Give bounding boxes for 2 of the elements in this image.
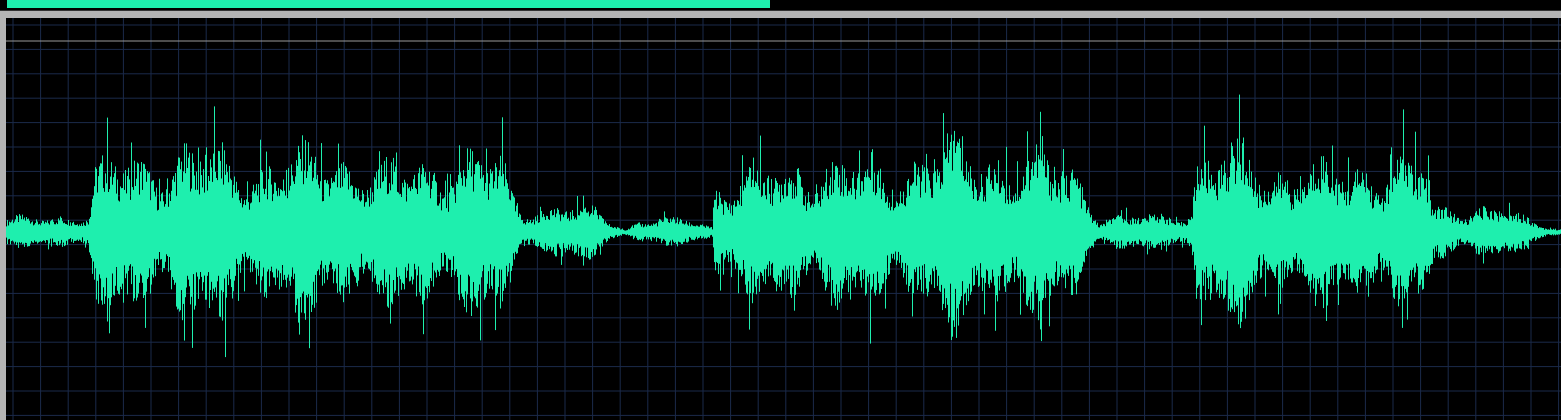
scroll-thumb[interactable]	[7, 0, 770, 8]
scroll-bar[interactable]	[0, 0, 1561, 11]
